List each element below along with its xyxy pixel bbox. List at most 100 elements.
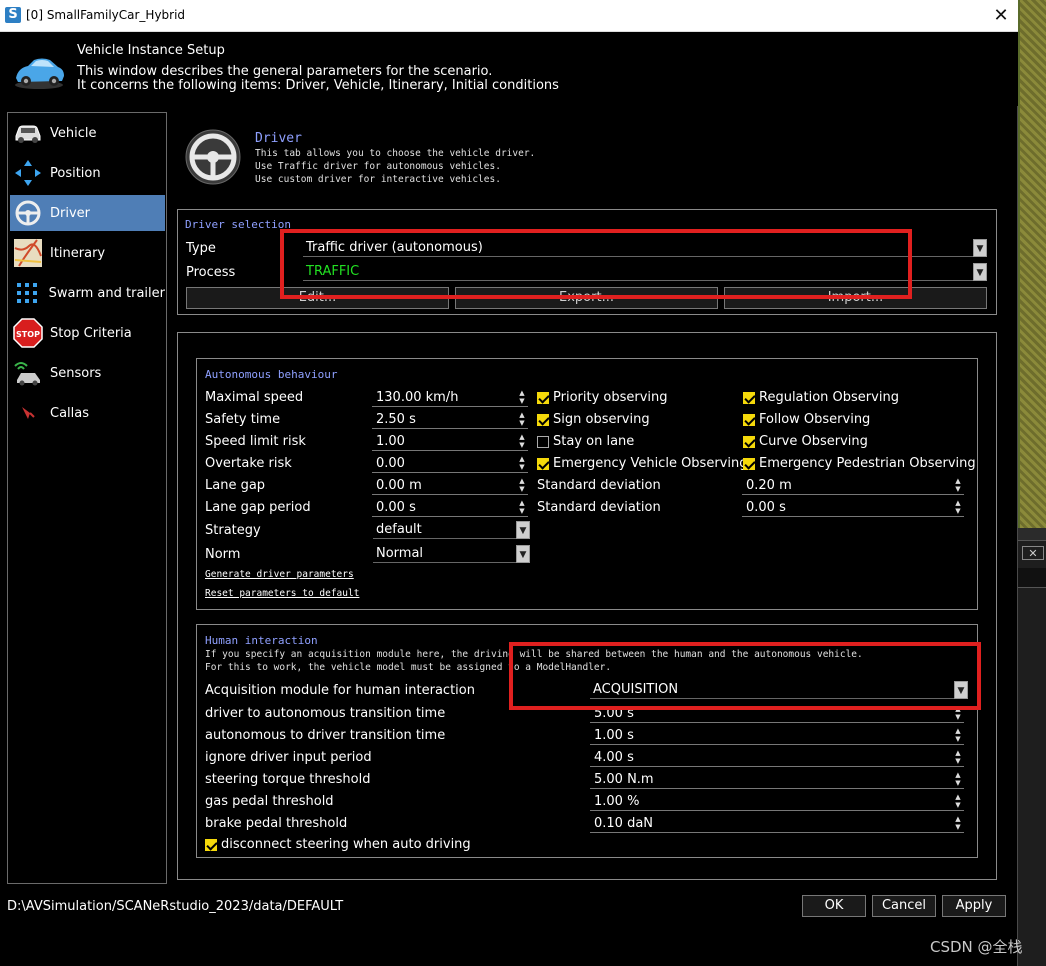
- brake-pedal-value: 0.10 daN: [594, 816, 654, 831]
- checkbox-label: Regulation Observing: [759, 390, 899, 405]
- driver-tab-title: Driver: [255, 131, 302, 146]
- gas-pedal-spinbox[interactable]: 1.00 % ▲ ▼: [590, 793, 964, 811]
- ok-button[interactable]: OK: [802, 895, 866, 917]
- lane-gap-label: Lane gap: [205, 478, 266, 493]
- spin-arrows-icon[interactable]: ▲ ▼: [952, 499, 964, 517]
- overtake-risk-spinbox[interactable]: 0.00 ▲ ▼: [372, 455, 528, 473]
- speed-limit-risk-label: Speed limit risk: [205, 434, 306, 449]
- process-label: Process: [186, 265, 236, 280]
- checkbox-label: Stay on lane: [553, 434, 635, 449]
- standard-deviation-spinbox-1[interactable]: 0.20 m ▲ ▼: [742, 477, 964, 495]
- sidebar-item-itinerary[interactable]: Itinerary: [10, 235, 165, 271]
- brake-pedal-label: brake pedal threshold: [205, 816, 348, 831]
- spin-arrows-icon[interactable]: ▲ ▼: [952, 749, 964, 767]
- spin-arrows-icon[interactable]: ▲ ▼: [516, 455, 528, 473]
- sidebar-item-stop-criteria[interactable]: STOP Stop Criteria: [10, 315, 165, 351]
- apply-button[interactable]: Apply: [942, 895, 1006, 917]
- driver-to-autonomous-spinbox[interactable]: 5.00 s ▲ ▼: [590, 705, 964, 723]
- process-value: TRAFFIC: [306, 264, 360, 279]
- generate-driver-parameters-link[interactable]: Generate driver parameters: [205, 569, 354, 580]
- checkbox-label: Follow Observing: [759, 412, 871, 427]
- type-label: Type: [186, 241, 216, 256]
- watermark: CSDN @全栈: [930, 938, 1023, 956]
- human-interaction-title: Human interaction: [204, 634, 319, 647]
- header-title: Vehicle Instance Setup: [77, 43, 225, 58]
- import-button[interactable]: Import...: [724, 287, 987, 309]
- acquisition-module-value: ACQUISITION: [593, 682, 679, 697]
- strategy-select[interactable]: default ▼: [373, 521, 530, 539]
- norm-label: Norm: [205, 547, 241, 562]
- driver-to-autonomous-label: driver to autonomous transition time: [205, 706, 446, 721]
- close-button[interactable]: ✕: [986, 2, 1016, 30]
- checkbox-label: Sign observing: [553, 412, 650, 427]
- lane-gap-period-spinbox[interactable]: 0.00 s ▲ ▼: [372, 499, 528, 517]
- sidebar-item-position[interactable]: Position: [10, 155, 165, 191]
- curve-observing-checkbox[interactable]: Curve Observing: [743, 434, 868, 449]
- steering-torque-spinbox[interactable]: 5.00 N.m ▲ ▼: [590, 771, 964, 789]
- spin-arrows-icon[interactable]: ▲ ▼: [516, 433, 528, 451]
- spin-arrows-icon[interactable]: ▲ ▼: [952, 727, 964, 745]
- background-panel: [1018, 540, 1046, 966]
- follow-observing-checkbox[interactable]: Follow Observing: [743, 412, 870, 427]
- spin-arrows-icon[interactable]: ▲ ▼: [516, 411, 528, 429]
- spin-arrows-icon[interactable]: ▲ ▼: [952, 477, 964, 495]
- spin-arrows-icon[interactable]: ▲ ▼: [952, 793, 964, 811]
- stay-on-lane-checkbox[interactable]: Stay on lane: [537, 434, 634, 449]
- standard-deviation-spinbox-2[interactable]: 0.00 s ▲ ▼: [742, 499, 964, 517]
- speed-limit-risk-value: 1.00: [376, 434, 405, 449]
- checkbox-checked-icon: [537, 457, 549, 470]
- sidebar-item-callas[interactable]: Callas: [10, 395, 165, 431]
- export-button[interactable]: Export...: [455, 287, 718, 309]
- sidebar-item-vehicle[interactable]: Vehicle: [10, 115, 165, 151]
- strategy-label: Strategy: [205, 523, 261, 538]
- screen: ✕ S [0] SmallFamilyCar_Hybrid ✕ Vehicle …: [0, 0, 1046, 966]
- brake-pedal-spinbox[interactable]: 0.10 daN ▲ ▼: [590, 815, 964, 833]
- spin-arrows-icon[interactable]: ▲ ▼: [516, 389, 528, 407]
- driver-tab-description-3: Use custom driver for interactive vehicl…: [255, 174, 501, 185]
- gas-pedal-value: 1.00 %: [594, 794, 640, 809]
- spin-arrows-icon[interactable]: ▲ ▼: [516, 499, 528, 517]
- sidebar-item-driver[interactable]: Driver: [10, 195, 165, 231]
- steering-torque-label: steering torque threshold: [205, 772, 371, 787]
- data-path: D:\AVSimulation/SCANeRstudio_2023/data/D…: [7, 899, 344, 914]
- sign-observing-checkbox[interactable]: Sign observing: [537, 412, 650, 427]
- swarm-icon: [17, 283, 38, 303]
- driver-type-select[interactable]: Traffic driver (autonomous) ▼: [303, 239, 987, 257]
- checkbox-unchecked-icon: [537, 435, 549, 448]
- spin-arrows-icon[interactable]: ▲ ▼: [952, 771, 964, 789]
- sidebar-item-swarm-and-trailer[interactable]: Swarm and trailer: [10, 275, 165, 311]
- autonomous-to-driver-spinbox[interactable]: 1.00 s ▲ ▼: [590, 727, 964, 745]
- cancel-button[interactable]: Cancel: [872, 895, 936, 917]
- checkbox-label: Emergency Vehicle Observing: [553, 456, 748, 471]
- spin-arrows-icon[interactable]: ▲ ▼: [952, 705, 964, 723]
- emergency-vehicle-observing-checkbox[interactable]: Emergency Vehicle Observing: [537, 456, 747, 471]
- lane-gap-spinbox[interactable]: 0.00 m ▲ ▼: [372, 477, 528, 495]
- safety-time-spinbox[interactable]: 2.50 s ▲ ▼: [372, 411, 528, 429]
- acquisition-module-label: Acquisition module for human interaction: [205, 683, 475, 698]
- norm-select[interactable]: Normal ▼: [373, 545, 530, 563]
- reset-parameters-link[interactable]: Reset parameters to default: [205, 588, 359, 599]
- regulation-observing-checkbox[interactable]: Regulation Observing: [743, 390, 899, 405]
- callas-icon: [22, 407, 35, 419]
- ignore-driver-input-spinbox[interactable]: 4.00 s ▲ ▼: [590, 749, 964, 767]
- sidebar-item-sensors[interactable]: Sensors: [10, 355, 165, 391]
- driver-selection-title: Driver selection: [184, 218, 292, 231]
- background-close-icon[interactable]: ✕: [1022, 546, 1044, 560]
- emergency-pedestrian-observing-checkbox[interactable]: Emergency Pedestrian Observing: [743, 456, 976, 471]
- strategy-value: default: [376, 522, 422, 537]
- spin-arrows-icon[interactable]: ▲ ▼: [516, 477, 528, 495]
- chevron-down-icon: ▼: [954, 681, 968, 699]
- norm-value: Normal: [376, 546, 424, 561]
- checkbox-checked-icon: [537, 391, 549, 404]
- disconnect-steering-checkbox[interactable]: disconnect steering when auto driving: [205, 837, 471, 852]
- process-select[interactable]: TRAFFIC ▼: [303, 263, 987, 281]
- acquisition-module-select[interactable]: ACQUISITION ▼: [590, 681, 968, 699]
- edit-button[interactable]: Edit...: [186, 287, 449, 309]
- speed-limit-risk-spinbox[interactable]: 1.00 ▲ ▼: [372, 433, 528, 451]
- autonomous-to-driver-label: autonomous to driver transition time: [205, 728, 446, 743]
- checkbox-checked-icon: [743, 391, 755, 404]
- checkbox-checked-icon: [743, 435, 755, 448]
- priority-observing-checkbox[interactable]: Priority observing: [537, 390, 668, 405]
- maximal-speed-spinbox[interactable]: 130.00 km/h ▲ ▼: [372, 389, 528, 407]
- spin-arrows-icon[interactable]: ▲ ▼: [952, 815, 964, 833]
